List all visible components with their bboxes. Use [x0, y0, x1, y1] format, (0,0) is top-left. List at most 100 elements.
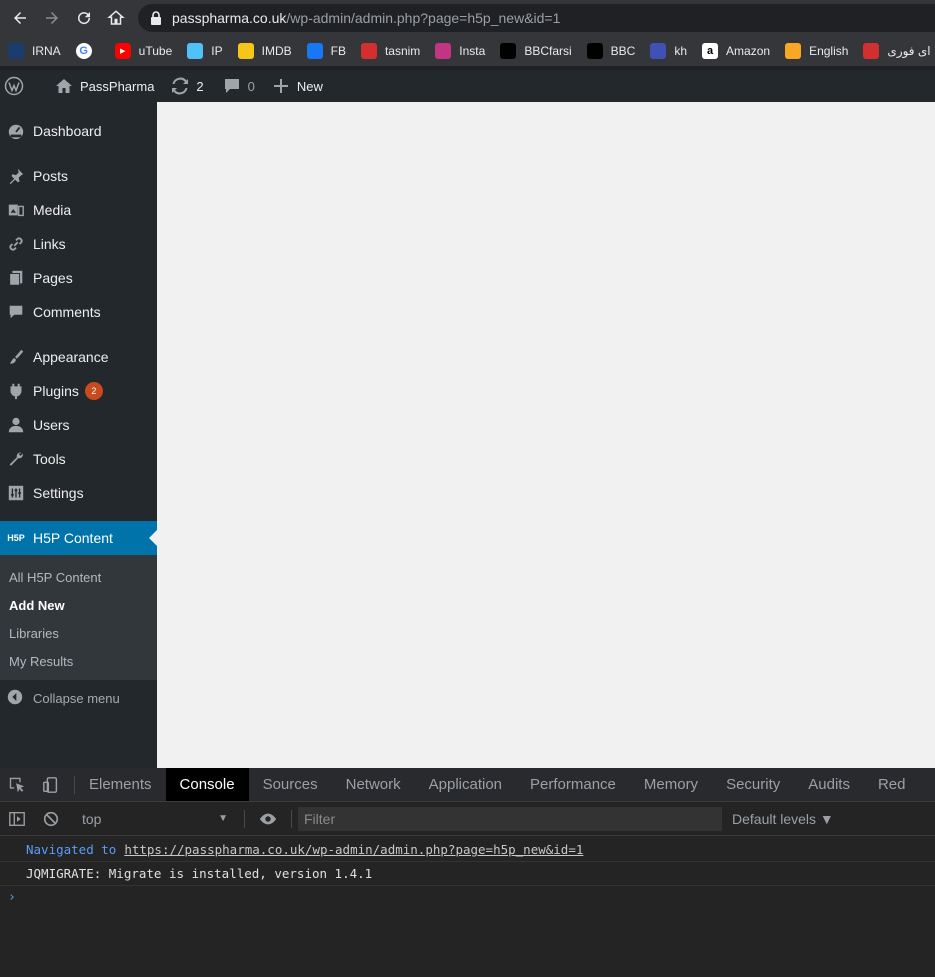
devtools-tab-memory[interactable]: Memory	[630, 768, 712, 801]
bookmark-item[interactable]: tasnim	[360, 43, 420, 59]
bookmark-item[interactable]: kh	[650, 43, 687, 59]
sidebar-item-label: Appearance	[33, 349, 109, 365]
home-icon	[107, 10, 125, 25]
submenu-all-h5p[interactable]: All H5P Content	[9, 570, 101, 585]
show-sidebar-button[interactable]	[0, 802, 34, 836]
farsi-icon	[863, 43, 880, 59]
devtools-tab-network[interactable]: Network	[332, 768, 415, 801]
sidebar-item-label: Links	[33, 236, 66, 252]
devtools-tab-application[interactable]: Application	[415, 768, 516, 801]
wp-admin-bar: PassPharma 2 0 New	[0, 70, 935, 102]
inspect-element-button[interactable]	[0, 768, 34, 801]
sidebar-item-label: Users	[33, 417, 70, 433]
facebook-icon	[306, 43, 323, 59]
bookmark-item[interactable]: IMDB	[237, 43, 292, 59]
sidebar-item-plugins[interactable]: Plugins 2	[0, 374, 157, 408]
console-log-message: JQMIGRATE: Migrate is installed, version…	[0, 862, 935, 886]
sidebar-item-comments[interactable]: Comments	[0, 295, 157, 329]
sidebar-item-pages[interactable]: Pages	[0, 261, 157, 295]
dashboard-icon	[6, 121, 26, 141]
url-path: /wp-admin/admin.php?page=h5p_new&id=1	[286, 10, 561, 26]
pages-icon	[6, 268, 26, 288]
bookmark-item[interactable]: BBCfarsi	[500, 43, 572, 59]
user-icon	[6, 415, 26, 435]
submenu-add-new[interactable]: Add New	[9, 598, 65, 613]
brush-icon	[6, 347, 26, 367]
navigated-url-link[interactable]: https://passpharma.co.uk/wp-admin/admin.…	[124, 842, 583, 857]
sidebar-item-settings[interactable]: Settings	[0, 476, 157, 510]
bookmark-item[interactable]: FB	[306, 43, 346, 59]
devtools-tab-elements[interactable]: Elements	[81, 768, 166, 801]
media-icon	[6, 200, 26, 220]
navigated-label: Navigated to	[26, 842, 117, 857]
devtools-tab-red[interactable]: Red	[864, 768, 920, 801]
sidebar-item-label: Pages	[33, 270, 73, 286]
log-levels-dropdown[interactable]: Default levels ▼	[732, 811, 834, 827]
console-toolbar: top ▼ Default levels ▼	[0, 802, 935, 836]
comments-count: 0	[247, 78, 255, 94]
sidebar-item-media[interactable]: Media	[0, 193, 157, 227]
console-filter-input[interactable]	[298, 806, 722, 831]
bookmark-label: uTube	[138, 44, 173, 58]
submenu-my-results[interactable]: My Results	[9, 654, 73, 669]
imdb-icon	[237, 43, 254, 59]
site-name-link[interactable]: PassPharma	[47, 70, 161, 102]
bookmark-item[interactable]: G	[75, 43, 100, 59]
instagram-icon	[435, 43, 452, 59]
collapse-menu-button[interactable]: Collapse menu	[0, 688, 120, 708]
bbc-icon	[500, 43, 517, 59]
reload-button[interactable]	[68, 0, 100, 36]
bookmark-item[interactable]: BBC	[586, 43, 635, 59]
sidebar-item-posts[interactable]: Posts	[0, 159, 157, 193]
bookmark-label: BBCfarsi	[524, 44, 572, 58]
log-text: JQMIGRATE: Migrate is installed, version…	[26, 866, 373, 881]
updates-link[interactable]: 2	[163, 70, 210, 102]
bookmark-item[interactable]: IRNA	[8, 43, 61, 59]
wp-logo-button[interactable]	[0, 70, 37, 102]
sidebar-item-label: Plugins	[33, 383, 79, 399]
block-icon	[43, 811, 59, 826]
bookmark-item[interactable]: ▶ uTube	[114, 43, 173, 59]
live-expression-button[interactable]	[251, 802, 285, 836]
home-icon	[56, 79, 72, 93]
bookmark-item[interactable]: English	[785, 43, 848, 59]
bookmark-item[interactable]: IP	[187, 43, 223, 59]
sidebar-item-users[interactable]: Users	[0, 408, 157, 442]
devtools-tab-console[interactable]: Console	[165, 768, 249, 801]
sidebar-item-label: Posts	[33, 168, 69, 184]
sidebar-item-tools[interactable]: Tools	[0, 442, 157, 476]
forward-button[interactable]	[36, 0, 68, 36]
plus-icon	[273, 79, 288, 93]
sidebar-item-dashboard[interactable]: Dashboard	[0, 114, 157, 148]
back-button[interactable]	[4, 0, 36, 36]
new-label: New	[296, 78, 323, 94]
toolbar-divider	[244, 809, 245, 828]
sidebar-item-appearance[interactable]: Appearance	[0, 340, 157, 374]
home-button[interactable]	[100, 0, 132, 36]
clear-console-button[interactable]	[34, 802, 68, 836]
h5p-submenu: All H5P Content Add New Libraries My Res…	[0, 555, 157, 680]
sidebar-item-links[interactable]: Links	[0, 227, 157, 261]
bookmark-label: kh	[674, 44, 688, 58]
toolbar-divider	[291, 809, 292, 828]
bookmark-item[interactable]: Insta	[435, 43, 485, 59]
context-selector[interactable]: top ▼	[68, 807, 238, 831]
sidebar-toggle-icon	[9, 811, 25, 826]
devtools-tab-sources[interactable]: Sources	[249, 768, 332, 801]
bookmark-item[interactable]: a Amazon	[702, 43, 770, 59]
address-bar[interactable]: passpharma.co.uk/wp-admin/admin.php?page…	[138, 4, 935, 32]
sidebar-item-label: Settings	[33, 485, 84, 501]
comments-link[interactable]: 0	[215, 70, 262, 102]
back-arrow-icon	[14, 12, 26, 24]
tasnim-icon	[360, 43, 377, 59]
devtools-tab-performance[interactable]: Performance	[516, 768, 630, 801]
new-content-link[interactable]: New	[264, 70, 330, 102]
bookmark-item[interactable]: ای فوری	[863, 43, 931, 59]
toolbar-divider	[74, 775, 75, 794]
sidebar-item-h5p-content[interactable]: H5P H5P Content	[0, 521, 157, 555]
console-prompt[interactable]: ›	[8, 890, 16, 905]
devtools-tab-security[interactable]: Security	[712, 768, 794, 801]
submenu-libraries[interactable]: Libraries	[9, 626, 59, 641]
device-toolbar-button[interactable]	[34, 768, 68, 801]
devtools-tab-audits[interactable]: Audits	[794, 768, 864, 801]
